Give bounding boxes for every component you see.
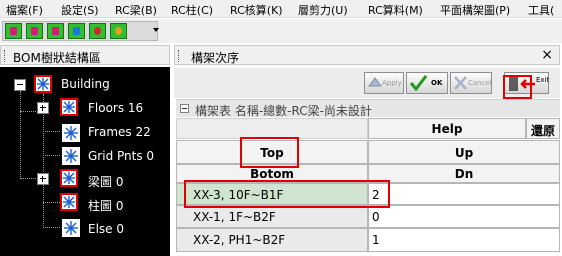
toolbar <box>0 19 562 43</box>
apply-icon <box>368 77 382 87</box>
exit-label: Exit <box>536 76 550 84</box>
cancel-x-icon <box>454 76 467 90</box>
tree-connector <box>20 111 36 112</box>
bom-tree-title: BOM樹狀結構區 <box>13 51 101 65</box>
grip-icon[interactable] <box>178 50 180 62</box>
highlight-box-row <box>184 180 390 208</box>
grip-icon[interactable] <box>4 50 6 62</box>
expand-icon[interactable] <box>37 102 49 114</box>
tree-connector <box>20 178 36 179</box>
table-row-name[interactable]: XX-1, 1F~B2F <box>176 205 368 228</box>
structure-node-icon[interactable] <box>62 147 80 165</box>
tree-connector <box>43 131 60 132</box>
tree-connector <box>43 155 60 156</box>
menu-rc-quantity[interactable]: RC算料(M) <box>368 2 423 18</box>
toolbar-strip <box>2 21 159 41</box>
tree-connector <box>43 227 60 228</box>
cancel-label: Cancel <box>468 79 492 87</box>
tree-item-frames[interactable]: Frames 22 <box>88 125 151 139</box>
menu-rc-check[interactable]: RC核算(K) <box>230 2 283 18</box>
frame-order-title: 構架次序 <box>191 51 240 65</box>
tree-item-beam-drawings[interactable]: 梁圖 0 <box>88 173 123 190</box>
grid-blank-cell <box>176 118 368 139</box>
tree-item-grid-points[interactable]: Grid Pnts 0 <box>88 149 154 163</box>
menu-file[interactable]: 檔案(F) <box>6 2 43 18</box>
wall-tool-icon[interactable] <box>47 23 64 39</box>
help-button[interactable]: Help <box>368 118 526 139</box>
tree-item-column-drawings[interactable]: 柱圖 0 <box>88 197 123 214</box>
apply-button[interactable]: Apply <box>364 72 404 94</box>
expand-icon[interactable] <box>37 173 49 185</box>
tree-item-floors[interactable]: Floors 16 <box>88 101 143 115</box>
footing-tool-icon[interactable] <box>89 23 106 39</box>
menu-story-shear[interactable]: 層剪力(U) <box>298 2 348 18</box>
table-row-value[interactable]: 2 <box>368 183 560 205</box>
menu-rc-beam[interactable]: RC梁(B) <box>115 2 157 18</box>
down-button[interactable]: Dn <box>368 164 560 183</box>
bom-tree: Building Floors 16 Frames 22 Grid Pnts 0… <box>0 67 170 256</box>
tree-connector <box>20 91 21 179</box>
rebar-tool-icon[interactable] <box>110 23 127 39</box>
tree-item-building[interactable]: Building <box>61 77 110 91</box>
dropdown-arrow-icon[interactable] <box>153 28 159 32</box>
cancel-button[interactable]: Cancel <box>450 72 492 94</box>
structure-node-icon[interactable] <box>60 169 78 187</box>
up-button[interactable]: Up <box>368 140 560 164</box>
highlight-box-top <box>240 137 299 168</box>
tree-item-else[interactable]: Else 0 <box>88 222 124 236</box>
column-tool-icon[interactable] <box>26 23 43 39</box>
grid-caption-text: 構架表 名稱-總數-RC梁-尚未設計 <box>195 104 372 118</box>
ok-button[interactable]: OK <box>406 72 448 94</box>
ok-label: OK <box>431 79 443 87</box>
table-row-value[interactable]: 0 <box>368 205 560 228</box>
frame-order-header: 構架次序 × <box>174 45 560 65</box>
collapse-icon[interactable] <box>14 79 26 91</box>
menu-tools[interactable]: 工具( <box>528 2 554 18</box>
structure-node-icon[interactable] <box>60 193 78 211</box>
table-row-name[interactable]: XX-2, PH1~B2F <box>176 228 368 252</box>
structure-node-icon[interactable] <box>62 219 80 237</box>
bom-tree-header: BOM樹狀結構區 <box>0 45 170 65</box>
menu-plan-frame[interactable]: 平面構架圖(P) <box>440 2 510 18</box>
collapse-icon[interactable] <box>180 104 189 113</box>
structure-node-icon[interactable] <box>60 98 78 116</box>
highlight-box-exit <box>503 75 532 99</box>
menu-settings[interactable]: 設定(S) <box>61 2 99 18</box>
beam-tool-icon[interactable] <box>5 23 22 39</box>
slab-tool-icon[interactable] <box>68 23 85 39</box>
menu-rc-column[interactable]: RC柱(C) <box>171 2 213 18</box>
checkmark-icon <box>410 75 427 91</box>
tree-connector <box>43 202 60 203</box>
grid-caption: 構架表 名稱-總數-RC梁-尚未設計 <box>176 99 560 118</box>
restore-button[interactable]: 還原 <box>526 118 560 139</box>
menu-bar: 檔案(F) 設定(S) RC梁(B) RC柱(C) RC核算(K) 層剪力(U)… <box>0 0 562 18</box>
apply-label: Apply <box>382 79 402 87</box>
structure-node-icon[interactable] <box>62 124 80 142</box>
structure-node-icon[interactable] <box>34 75 52 93</box>
close-icon[interactable]: × <box>541 47 553 63</box>
tree-connector <box>43 94 44 228</box>
table-row-value[interactable]: 1 <box>368 228 560 252</box>
